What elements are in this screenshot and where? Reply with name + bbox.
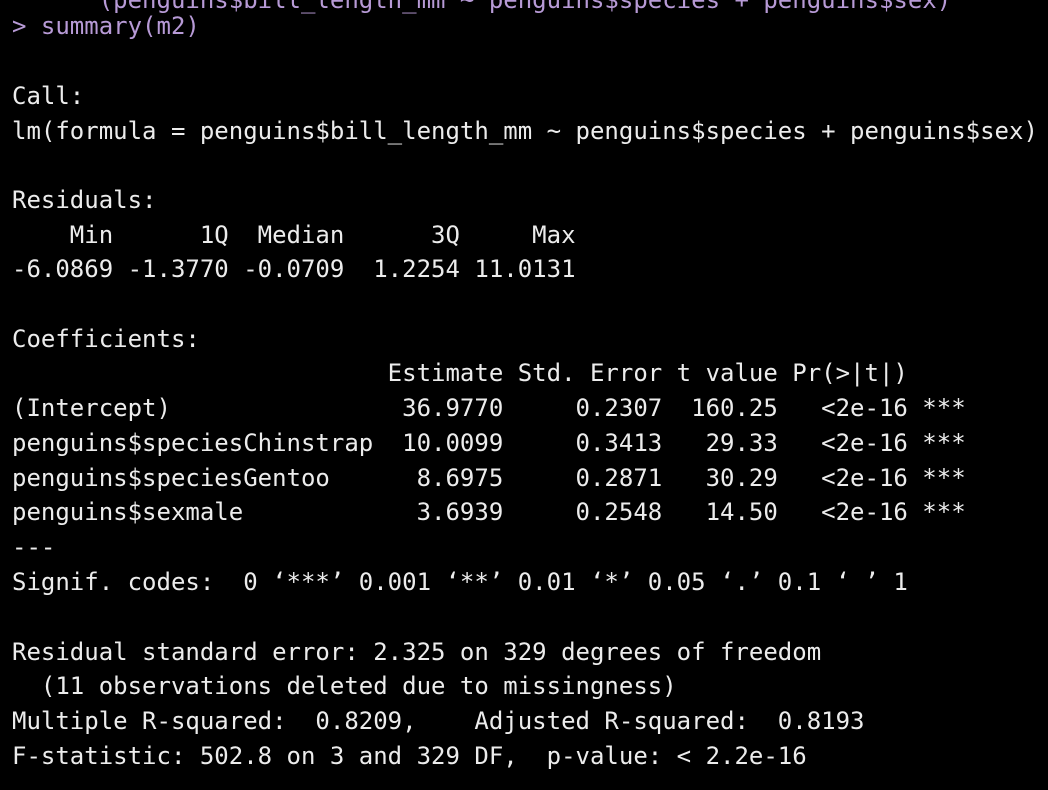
command-text: summary(m2): [40, 12, 200, 40]
call-header: Call:: [12, 82, 85, 110]
command-line: > summary(m2): [12, 10, 200, 42]
call-formula: lm(formula = penguins$bill_length_mm ~ p…: [12, 117, 1038, 145]
residuals-header: Residuals:: [12, 186, 157, 214]
coefficients-header: Coefficients:: [12, 325, 200, 353]
residuals-columns: Min 1Q Median 3Q Max: [12, 221, 590, 249]
separator-line: ---: [12, 533, 56, 561]
missingness-note: (11 observations deleted due to missingn…: [12, 672, 677, 700]
prompt-symbol: >: [12, 12, 27, 40]
f-statistic-line: F-statistic: 502.8 on 3 and 329 DF, p-va…: [12, 742, 807, 770]
coefficient-row: penguins$speciesGentoo 8.6975 0.2871 30.…: [12, 464, 966, 492]
terminal-output[interactable]: (penguins$bill_length_mm ~ penguins$spec…: [12, 0, 1042, 790]
coefficient-row: (Intercept) 36.9770 0.2307 160.25 <2e-16…: [12, 394, 966, 422]
coefficients-columns: Estimate Std. Error t value Pr(>|t|): [12, 359, 966, 387]
coefficient-row: penguins$speciesChinstrap 10.0099 0.3413…: [12, 429, 966, 457]
coefficient-row: penguins$sexmale 3.6939 0.2548 14.50 <2e…: [12, 498, 966, 526]
residuals-values: -6.0869 -1.3770 -0.0709 1.2254 11.0131: [12, 255, 590, 283]
residual-standard-error: Residual standard error: 2.325 on 329 de…: [12, 638, 822, 666]
signif-codes: Signif. codes: 0 ‘***’ 0.001 ‘**’ 0.01 ‘…: [12, 568, 908, 596]
r-squared-line: Multiple R-squared: 0.8209, Adjusted R-s…: [12, 707, 879, 735]
